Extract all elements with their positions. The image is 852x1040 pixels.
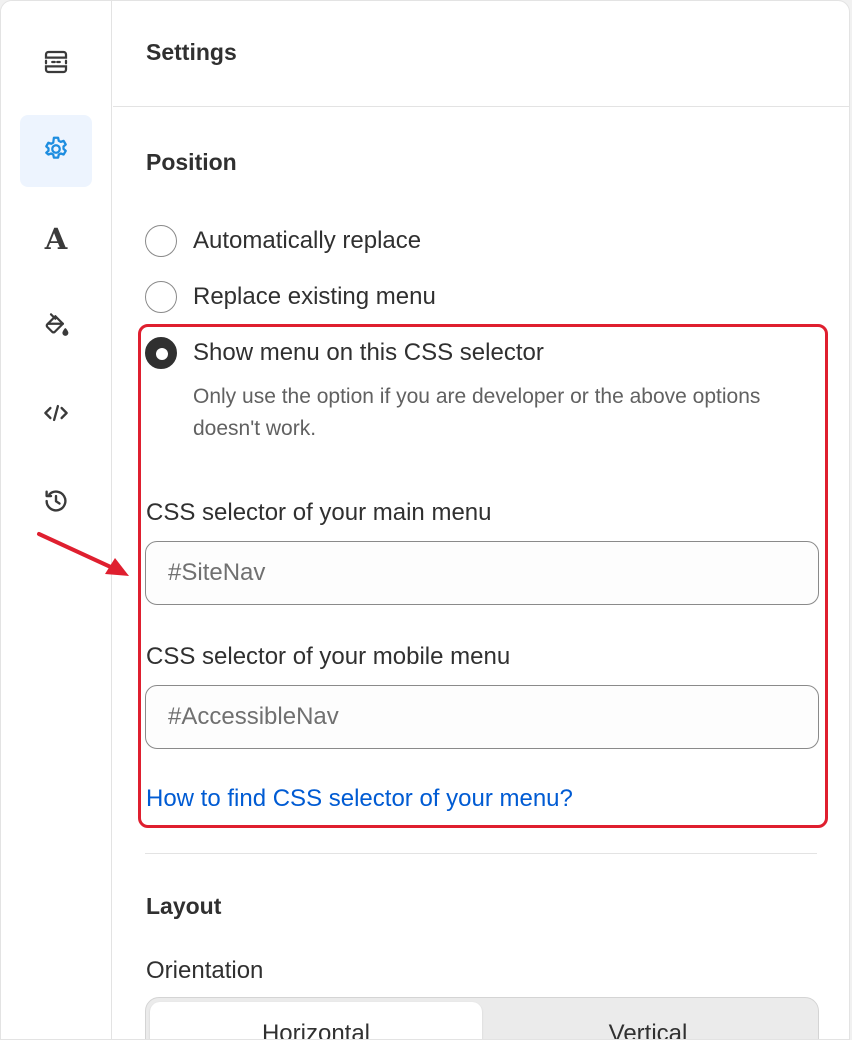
radio-button[interactable]	[145, 225, 177, 257]
code-icon	[41, 398, 71, 433]
orientation-horizontal-button[interactable]: Horizontal	[150, 1002, 482, 1039]
css-selector-help-link[interactable]: How to find CSS selector of your menu?	[146, 785, 573, 813]
sidebar-item-layout[interactable]	[20, 28, 92, 100]
main-menu-selector-input[interactable]	[145, 541, 819, 605]
sidebar-item-colors[interactable]	[20, 291, 92, 363]
orientation-segmented-control: Horizontal Vertical	[145, 997, 819, 1039]
radio-button-selected[interactable]	[145, 337, 177, 369]
mobile-menu-selector-input[interactable]	[145, 685, 819, 749]
gear-icon	[41, 134, 71, 169]
section-divider	[145, 853, 817, 854]
sidebar-item-custom-code[interactable]	[20, 379, 92, 451]
sidebar-rail: A	[1, 1, 112, 1039]
radio-button[interactable]	[145, 281, 177, 313]
typography-icon: A	[44, 222, 68, 256]
radio-label: Show menu on this CSS selector	[193, 339, 544, 366]
radio-label: Automatically replace	[193, 227, 422, 254]
main-menu-selector-label: CSS selector of your main menu	[146, 499, 492, 526]
settings-panel: Settings Position Automatically replace …	[113, 1, 849, 1039]
app-frame: A Settings Position Automatically replac…	[0, 0, 850, 1040]
layout-section-title: Layout	[146, 893, 222, 919]
layout-icon	[41, 47, 71, 82]
panel-header: Settings	[113, 1, 849, 107]
history-icon	[41, 486, 71, 521]
radio-automatically-replace[interactable]: Automatically replace	[145, 225, 421, 257]
radio-show-on-css-selector[interactable]: Show menu on this CSS selector	[145, 337, 544, 369]
page-title: Settings	[146, 39, 237, 65]
option-help-text: Only use the option if you are developer…	[193, 385, 761, 440]
orientation-label: Orientation	[146, 957, 264, 984]
radio-replace-existing-menu[interactable]: Replace existing menu	[145, 281, 436, 313]
sidebar-item-settings[interactable]	[20, 115, 92, 187]
sidebar-item-typography[interactable]: A	[20, 203, 92, 275]
position-section-title: Position	[146, 149, 237, 175]
annotation-arrow-icon	[37, 532, 129, 576]
radio-label: Replace existing menu	[193, 283, 436, 310]
orientation-vertical-button[interactable]: Vertical	[482, 1002, 814, 1039]
paint-bucket-icon	[41, 310, 71, 345]
mobile-menu-selector-label: CSS selector of your mobile menu	[146, 643, 511, 670]
